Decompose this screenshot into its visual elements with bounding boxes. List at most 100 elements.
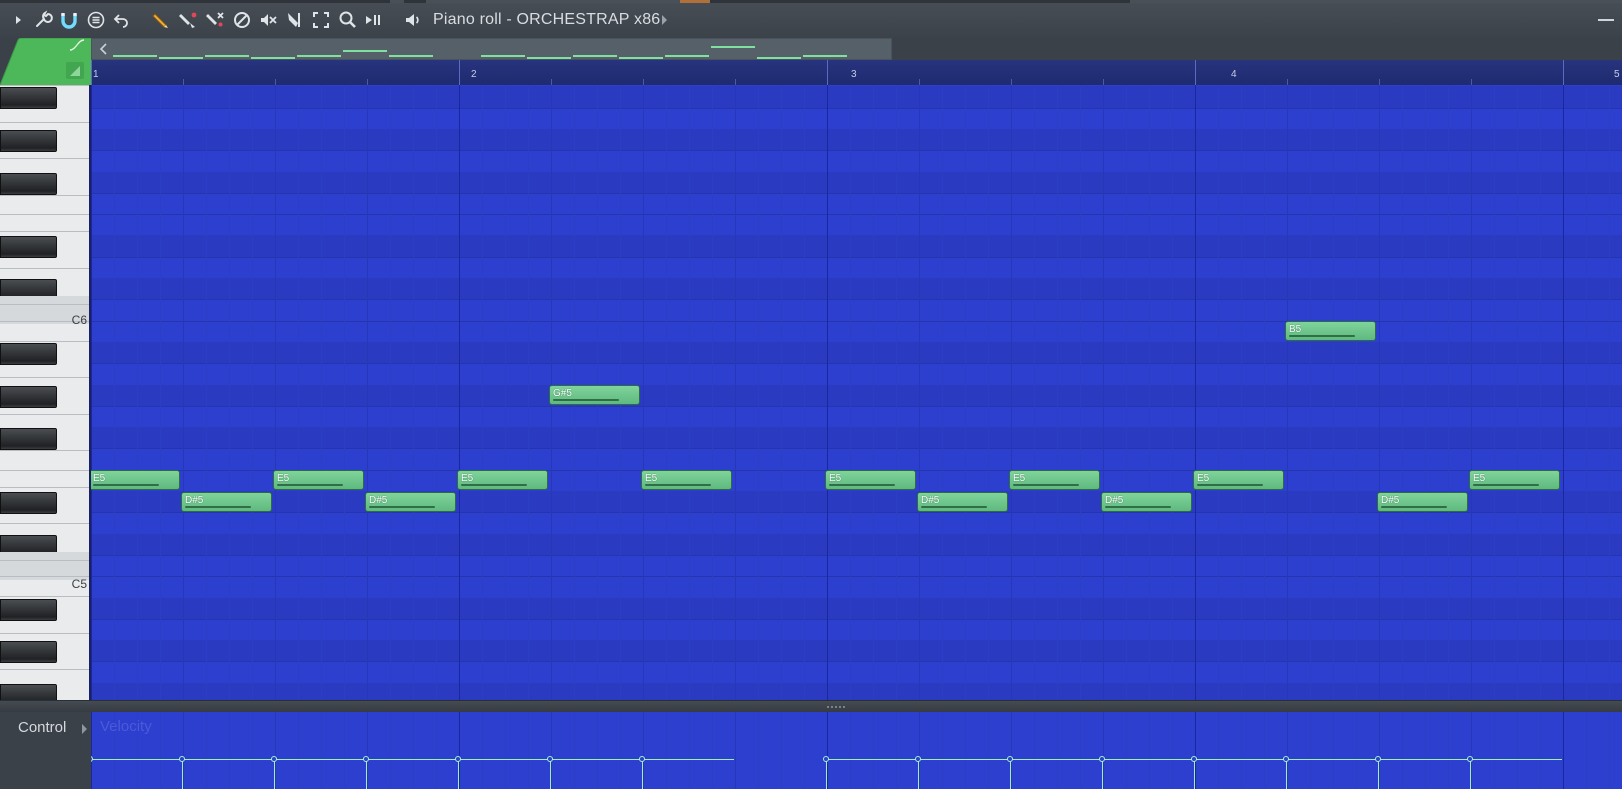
note[interactable]: D#5 xyxy=(917,491,1008,512)
zoom-icon[interactable] xyxy=(338,9,358,31)
velocity-handle[interactable] xyxy=(1467,756,1473,762)
minimize-icon[interactable] xyxy=(1598,19,1614,21)
velocity-handle[interactable] xyxy=(639,756,645,762)
velocity-handle[interactable] xyxy=(915,756,921,762)
note[interactable]: B5 xyxy=(1285,321,1376,342)
velocity-handle[interactable] xyxy=(1191,756,1197,762)
note[interactable]: E5 xyxy=(1469,470,1560,491)
note-label: D#5 xyxy=(1105,494,1124,506)
grid-column-line xyxy=(1586,85,1587,700)
slice-icon[interactable] xyxy=(285,9,305,31)
undo-icon[interactable] xyxy=(112,9,132,31)
speaker-icon[interactable] xyxy=(403,9,423,31)
white-key-divider xyxy=(0,413,91,415)
velocity-handle[interactable] xyxy=(1283,756,1289,762)
window-title: Piano roll - ORCHESTRAP x86 xyxy=(433,11,661,28)
black-key[interactable] xyxy=(0,236,57,259)
piano-keyboard[interactable]: C6 C5 xyxy=(0,85,91,700)
white-key-divider xyxy=(0,632,91,634)
velocity-grid-line xyxy=(735,712,736,789)
stretch-tool-icon[interactable] xyxy=(66,62,84,79)
select-icon[interactable] xyxy=(311,9,331,31)
play-arrow-icon[interactable] xyxy=(8,9,28,31)
velocity-handle[interactable] xyxy=(179,756,185,762)
grid-column-line xyxy=(827,85,828,700)
note[interactable]: D#5 xyxy=(181,491,272,512)
overview-note xyxy=(757,56,801,59)
note[interactable]: E5 xyxy=(825,470,916,491)
scroll-left-icon[interactable] xyxy=(97,41,111,57)
grid-column-line xyxy=(758,85,759,700)
note-velocity-bar xyxy=(1473,484,1539,487)
velocity-lane[interactable]: Velocity xyxy=(91,712,1622,789)
velocity-handle[interactable] xyxy=(271,756,277,762)
timeline-ruler[interactable]: 1 2 3 4 5 xyxy=(91,60,1622,86)
velocity-grid-line xyxy=(528,712,529,789)
title-menu-arrow-icon[interactable] xyxy=(662,15,667,25)
black-key[interactable] xyxy=(0,342,57,365)
grid-column-line xyxy=(1494,85,1495,700)
playback-icon[interactable] xyxy=(364,9,384,31)
velocity-grid-line xyxy=(1264,712,1265,789)
note[interactable]: E5 xyxy=(1193,470,1284,491)
velocity-grid-line xyxy=(942,712,943,789)
grid-column-line xyxy=(298,85,299,700)
note-velocity-bar xyxy=(1013,484,1079,487)
black-key[interactable] xyxy=(0,172,57,195)
note[interactable]: E5 xyxy=(91,470,180,491)
overview-note xyxy=(573,55,617,58)
black-key[interactable] xyxy=(0,492,57,515)
velocity-grid-line xyxy=(1149,712,1150,789)
menu-icon[interactable] xyxy=(86,9,106,31)
velocity-grid-line xyxy=(666,712,667,789)
velocity-handle[interactable] xyxy=(455,756,461,762)
velocity-handle[interactable] xyxy=(91,756,93,762)
overview-track[interactable] xyxy=(892,38,1622,60)
delete-icon[interactable] xyxy=(205,9,225,31)
black-key[interactable] xyxy=(0,385,57,408)
grid-column-line xyxy=(137,85,138,700)
velocity-handle[interactable] xyxy=(1099,756,1105,762)
velocity-handle[interactable] xyxy=(547,756,553,762)
grid-column-line xyxy=(1540,85,1541,700)
black-key[interactable] xyxy=(0,129,57,152)
pencil-icon[interactable] xyxy=(151,9,171,31)
velocity-grid-line xyxy=(827,712,828,789)
splitter-grip-icon[interactable] xyxy=(827,706,847,708)
paint-icon[interactable] xyxy=(178,9,198,31)
note[interactable]: E5 xyxy=(273,470,364,491)
black-key[interactable] xyxy=(0,683,57,700)
black-key[interactable] xyxy=(0,428,57,451)
black-key[interactable] xyxy=(0,641,57,664)
speaker-mute-icon[interactable] xyxy=(258,9,278,31)
velocity-handle[interactable] xyxy=(823,756,829,762)
magnet-icon[interactable] xyxy=(59,9,79,31)
note[interactable]: E5 xyxy=(1009,470,1100,491)
note[interactable]: E5 xyxy=(641,470,732,491)
velocity-grid-line xyxy=(1333,712,1334,789)
control-menu-arrow-icon[interactable] xyxy=(82,724,87,734)
black-key[interactable] xyxy=(0,598,57,621)
mute-icon[interactable] xyxy=(232,9,252,31)
note[interactable]: D#5 xyxy=(1101,491,1192,512)
velocity-grid-line xyxy=(344,712,345,789)
velocity-grid-line xyxy=(1448,712,1449,789)
velocity-handle[interactable] xyxy=(363,756,369,762)
note[interactable]: D#5 xyxy=(1377,491,1468,512)
control-selector[interactable]: Control xyxy=(18,719,66,736)
note[interactable]: D#5 xyxy=(365,491,456,512)
black-key[interactable] xyxy=(0,87,57,110)
grid-column-line xyxy=(367,85,368,700)
velocity-handle[interactable] xyxy=(1007,756,1013,762)
grid-column-line xyxy=(942,85,943,700)
note[interactable]: E5 xyxy=(457,470,548,491)
velocity-handle[interactable] xyxy=(1375,756,1381,762)
note-label: E5 xyxy=(645,473,658,485)
velocity-grid-line xyxy=(505,712,506,789)
white-key-divider xyxy=(0,486,91,488)
grid-column-line xyxy=(781,85,782,700)
note-velocity-bar xyxy=(829,484,895,487)
note[interactable]: G#5 xyxy=(549,385,640,406)
note-grid[interactable]: E5 D#5 E5 D#5 E5 G#5 E5 E5 D#5 E5 D#5 E5… xyxy=(91,85,1622,700)
wrench-icon[interactable] xyxy=(33,9,53,31)
